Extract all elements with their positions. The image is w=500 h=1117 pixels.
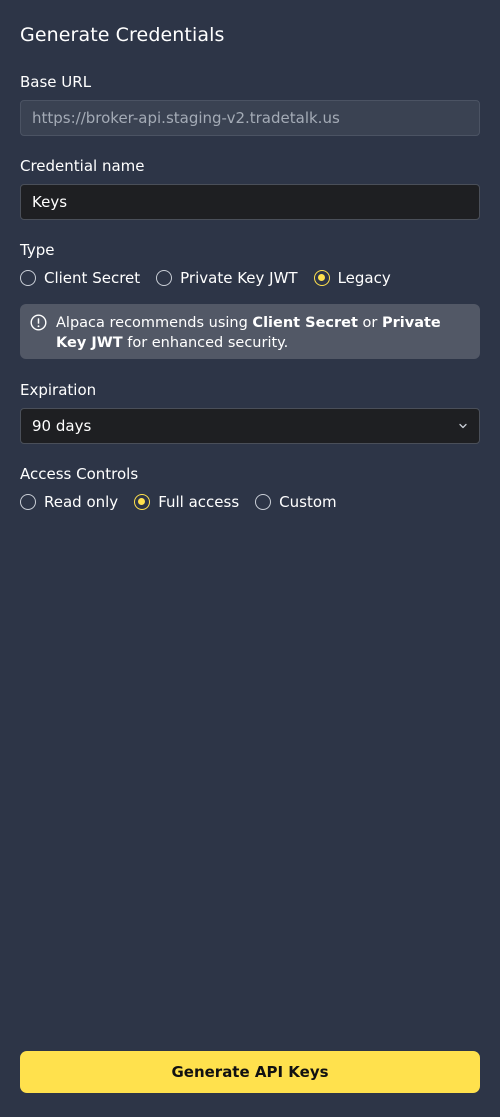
credential-name-label: Credential name bbox=[20, 157, 145, 175]
radio-unchecked-icon bbox=[20, 494, 36, 510]
expiration-select[interactable]: 90 days bbox=[20, 408, 480, 444]
access-option-label: Read only bbox=[44, 493, 119, 511]
notice-option-a: Client Secret bbox=[252, 315, 358, 331]
type-option-label: Legacy bbox=[337, 269, 391, 287]
type-option-label: Client Secret bbox=[44, 269, 141, 287]
notice-prefix: Alpaca recommends using bbox=[56, 315, 253, 331]
generate-credentials-panel: Generate Credentials Base URL https://br… bbox=[0, 0, 500, 1117]
type-option-label: Private Key JWT bbox=[180, 269, 298, 287]
security-notice: Alpaca recommends using Client Secret or… bbox=[20, 304, 480, 359]
type-radio-legacy[interactable]: Legacy bbox=[313, 269, 391, 287]
radio-unchecked-icon bbox=[156, 270, 173, 286]
access-radio-custom[interactable]: Custom bbox=[255, 493, 337, 511]
radio-checked-icon bbox=[134, 494, 151, 510]
type-label: Type bbox=[20, 241, 55, 259]
notice-suffix: for enhanced security. bbox=[122, 335, 289, 351]
info-icon bbox=[30, 314, 47, 331]
generate-api-keys-button[interactable]: Generate API Keys bbox=[20, 1051, 480, 1093]
access-radio-group: Read only Full access Custom bbox=[20, 491, 353, 513]
base-url-label: Base URL bbox=[20, 73, 92, 91]
base-url-value: https://broker-api.staging-v2.tradetalk.… bbox=[32, 109, 340, 127]
notice-text: Alpaca recommends using Client Secret or… bbox=[56, 315, 441, 351]
credential-name-field[interactable]: Keys bbox=[20, 184, 480, 220]
access-radio-read-only[interactable]: Read only bbox=[20, 493, 118, 511]
type-radio-group: Client Secret Private Key JWT Legacy bbox=[20, 267, 407, 289]
panel-title: Generate Credentials bbox=[20, 24, 225, 46]
radio-checked-icon bbox=[313, 270, 330, 286]
type-radio-client-secret[interactable]: Client Secret bbox=[20, 269, 140, 287]
base-url-field: https://broker-api.staging-v2.tradetalk.… bbox=[20, 100, 480, 136]
radio-unchecked-icon bbox=[20, 270, 36, 286]
type-radio-private-key-jwt[interactable]: Private Key JWT bbox=[156, 269, 298, 287]
notice-middle: or bbox=[357, 315, 382, 331]
expiration-label: Expiration bbox=[20, 381, 97, 399]
access-option-label: Custom bbox=[279, 493, 337, 511]
access-option-label: Full access bbox=[158, 493, 240, 511]
expiration-value: 90 days bbox=[32, 417, 92, 435]
access-radio-full-access[interactable]: Full access bbox=[134, 493, 239, 511]
access-controls-label: Access Controls bbox=[20, 465, 139, 483]
chevron-down-icon bbox=[459, 423, 467, 429]
credential-name-value: Keys bbox=[32, 193, 68, 211]
radio-unchecked-icon bbox=[255, 494, 272, 510]
